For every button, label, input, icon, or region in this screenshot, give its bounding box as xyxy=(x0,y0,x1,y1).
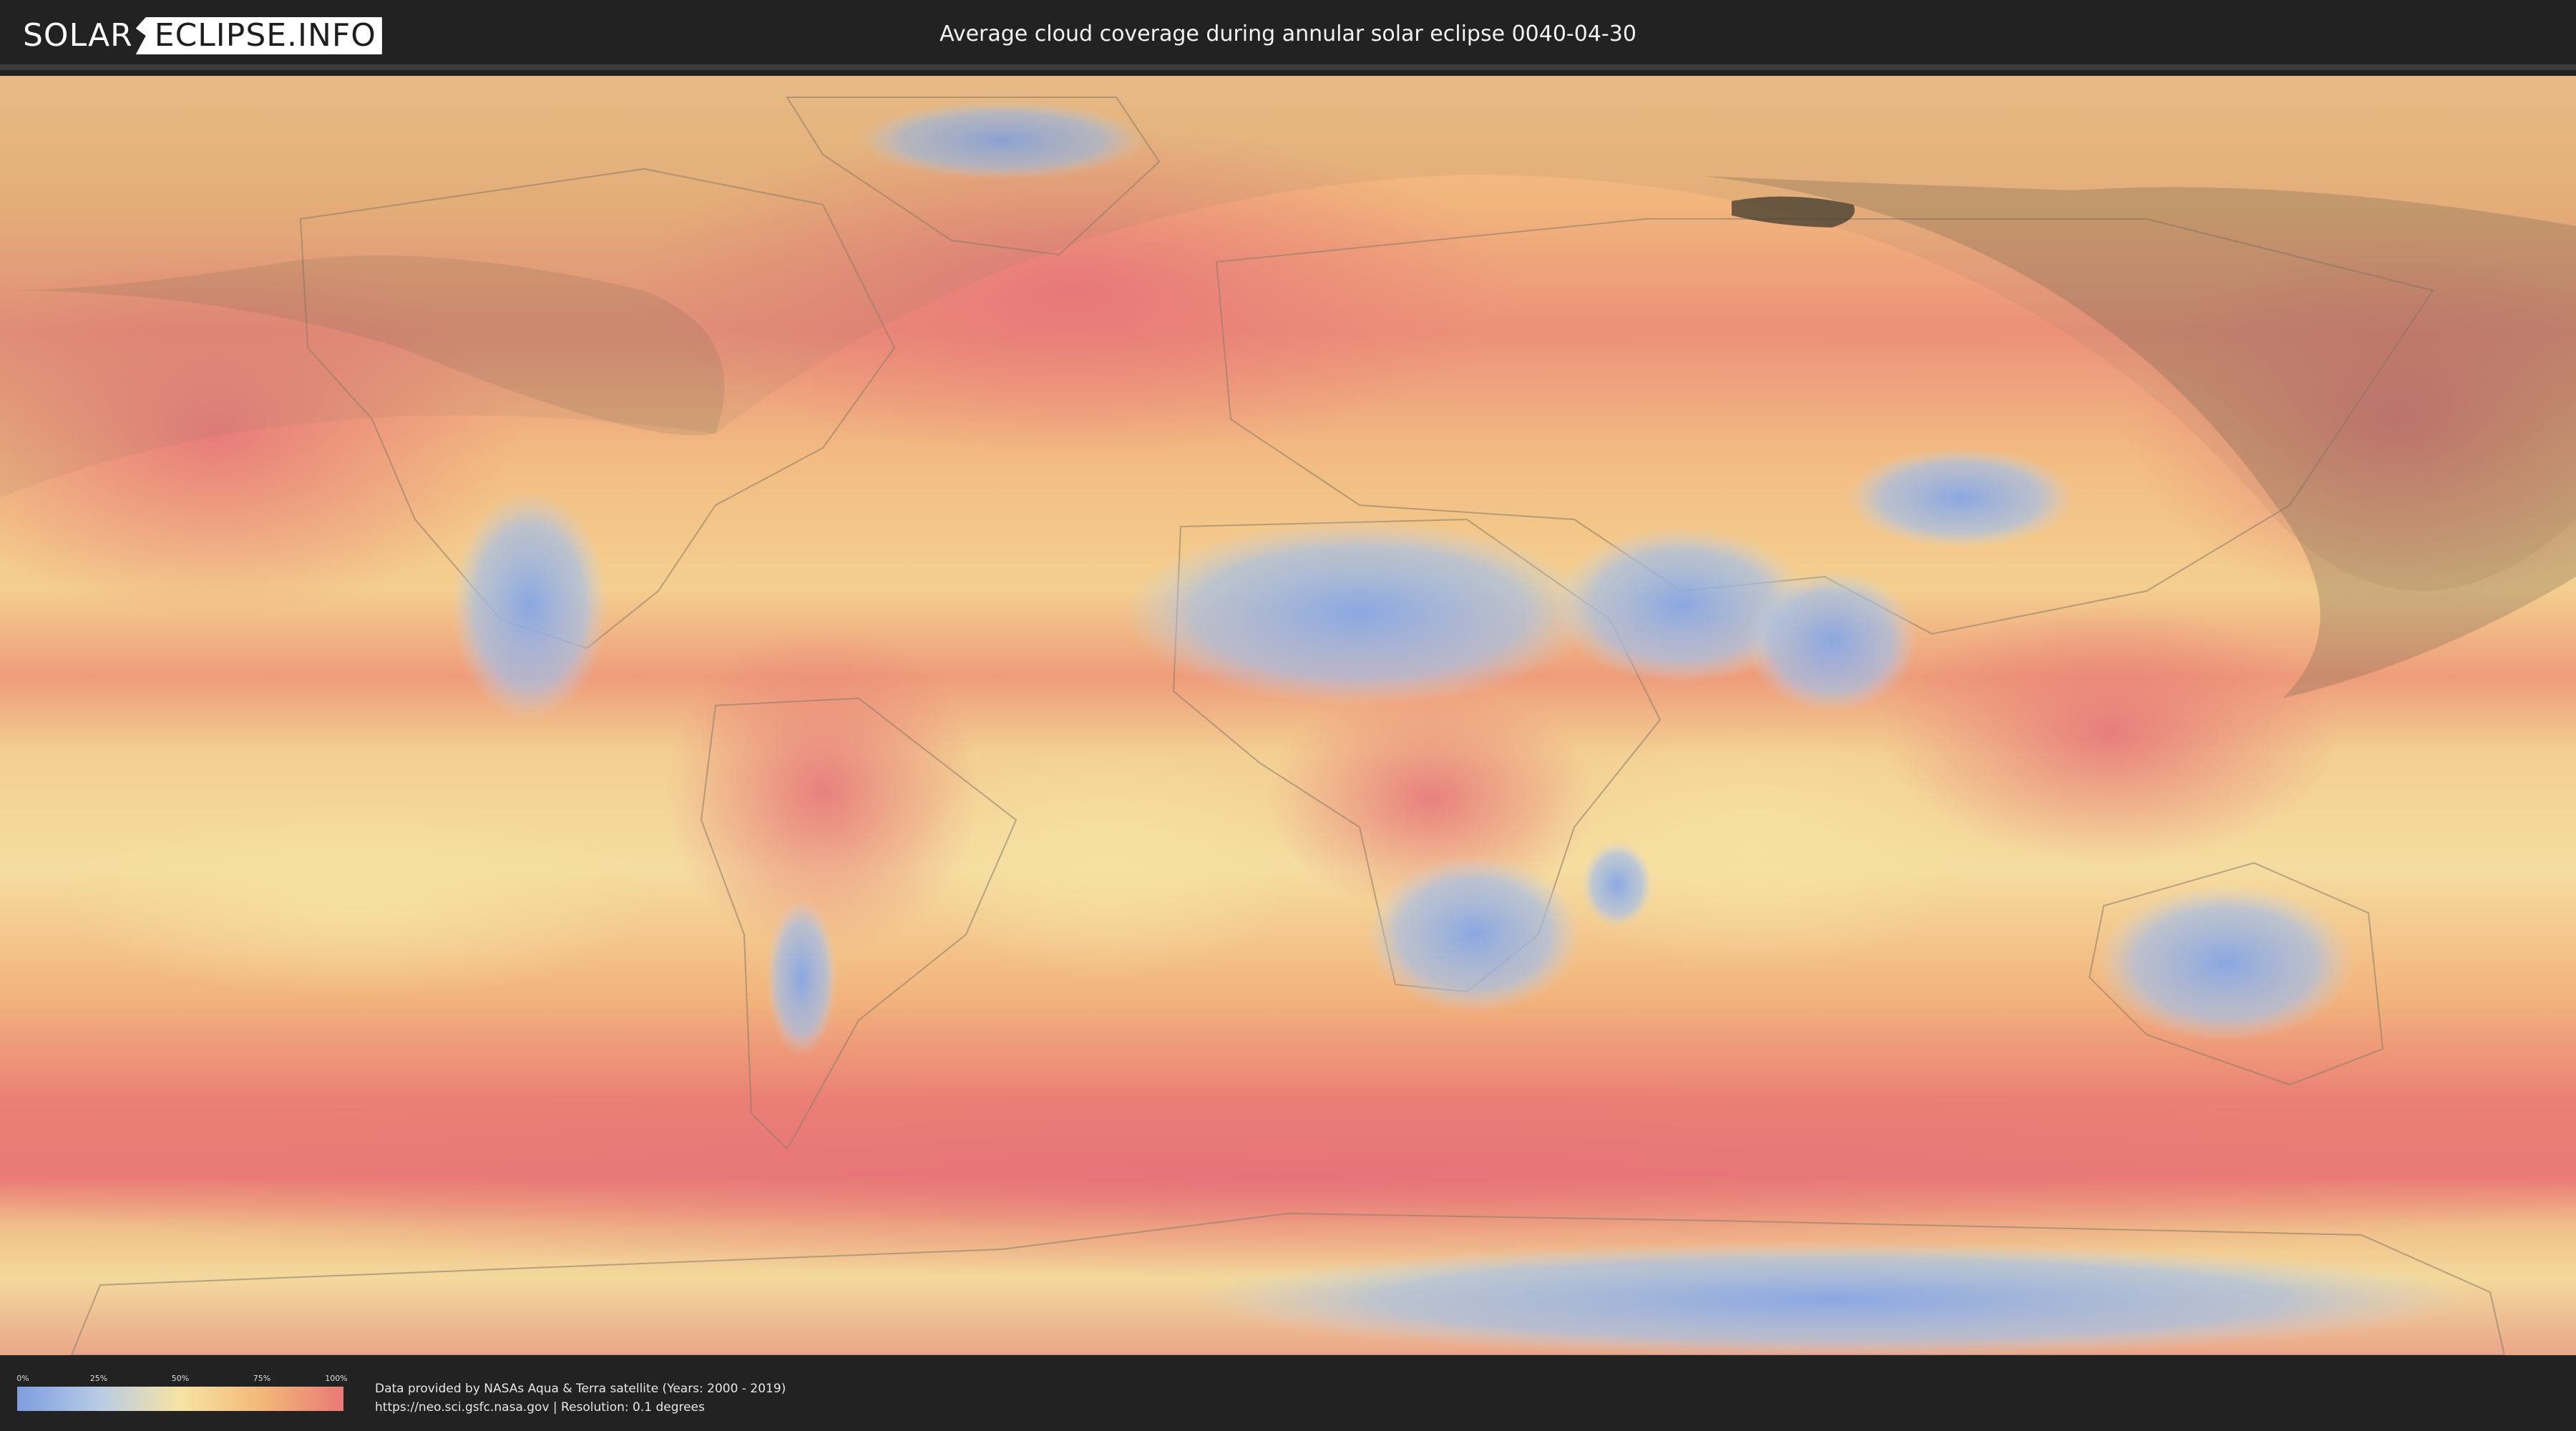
central-asia-clear-area xyxy=(1846,448,2075,548)
andes-clear-area xyxy=(766,899,837,1056)
page: SOLAR ECLIPSE.INFO Average cloud coverag… xyxy=(0,0,2576,1431)
legend-label-0: 0% xyxy=(16,1374,29,1383)
legend-label-25: 25% xyxy=(89,1374,108,1383)
legend-label-75: 75% xyxy=(253,1374,271,1383)
credit-line-source: Data provided by NASAs Aqua & Terra sate… xyxy=(375,1382,786,1396)
header-bar: SOLAR ECLIPSE.INFO Average cloud coverag… xyxy=(0,0,2576,70)
credit-line-link[interactable]: https://neo.sci.gsfc.nasa.gov | Resoluti… xyxy=(375,1398,786,1417)
southern-ocean-cloud-band xyxy=(0,1078,2576,1278)
legend-label-50: 50% xyxy=(171,1374,190,1383)
world-map-svg xyxy=(0,76,2576,1355)
footer-bar: 0% 25% 50% 75% 100% Data provided by NAS… xyxy=(0,1355,2576,1431)
india-clear-area xyxy=(1746,570,1918,713)
legend-label-100: 100% xyxy=(325,1374,348,1383)
indian-ocean-clear-zone xyxy=(1524,727,1982,970)
sahara-clear-area xyxy=(1123,519,1596,705)
mexico-clear-area xyxy=(451,491,608,720)
antarctica-clear-area xyxy=(1188,1242,2476,1355)
legend-tick-labels: 0% 25% 50% 75% 100% xyxy=(16,1374,347,1385)
cloud-coverage-map[interactable] xyxy=(0,76,2576,1355)
southern-africa-clear-area xyxy=(1367,856,1581,1013)
australia-clear-area xyxy=(2097,884,2354,1042)
page-title: Average cloud coverage during annular so… xyxy=(940,21,1636,47)
madagascar-clear-area xyxy=(1581,841,1653,927)
south-pacific-clear-zone xyxy=(57,798,658,999)
data-credits: Data provided by NASAs Aqua & Terra sate… xyxy=(375,1379,786,1417)
cloud-coverage-legend-bar xyxy=(17,1387,343,1411)
